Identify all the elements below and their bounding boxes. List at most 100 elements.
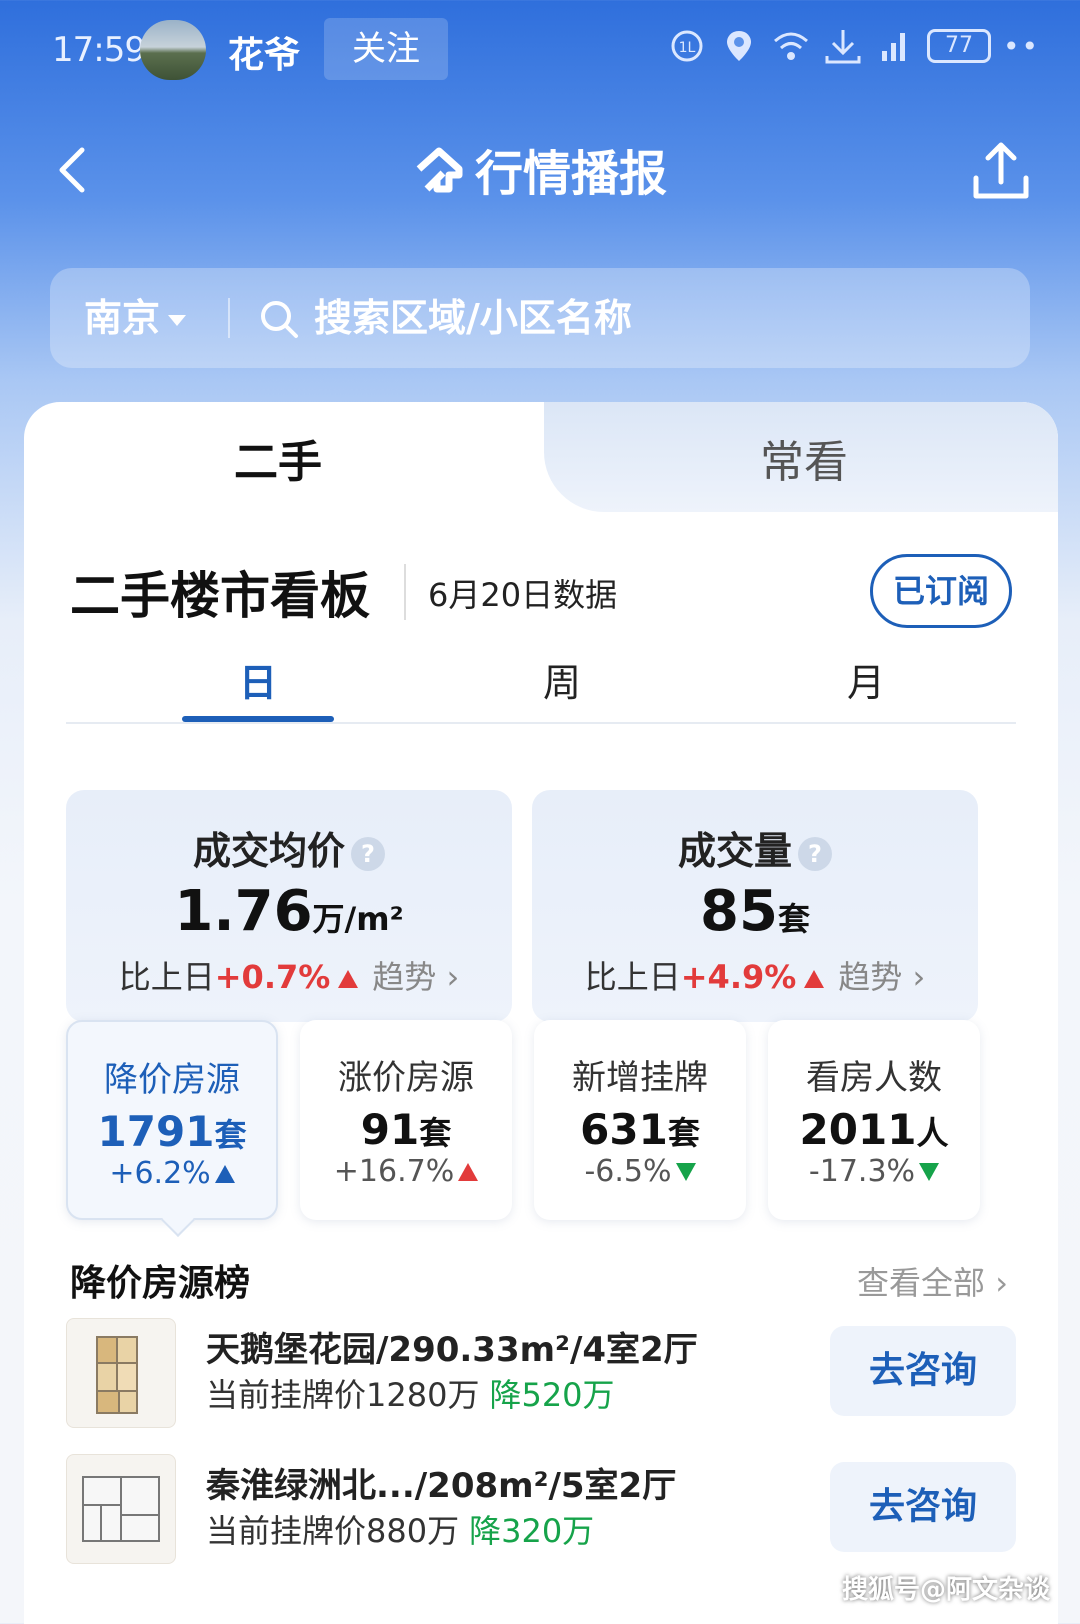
- mini-label: 新增挂牌: [572, 1058, 708, 1098]
- stat-unit: 套: [777, 900, 810, 938]
- trend-label: 趋势: [372, 958, 437, 996]
- tab-indicator: [182, 716, 334, 722]
- wifi-icon: [771, 26, 811, 66]
- mini-unit: 套: [214, 1116, 247, 1154]
- mini-unit: 套: [419, 1114, 452, 1152]
- stat-change: +4.9%: [680, 958, 797, 996]
- search-icon: [258, 298, 300, 340]
- help-icon[interactable]: ?: [798, 836, 832, 871]
- mini-value: 631套: [534, 1105, 746, 1154]
- mini-stat-viewers[interactable]: 看房人数 2011人 -17.3%: [768, 1020, 980, 1220]
- mini-change-text: -6.5%: [584, 1154, 672, 1189]
- arrow-up-icon: [458, 1163, 479, 1181]
- mini-stat-price-drop[interactable]: 降价房源 1791套 +6.2%: [66, 1020, 278, 1237]
- mini-change: +16.7%: [300, 1154, 512, 1189]
- listing-title: 秦淮绿洲北.../208m²/5室2厅: [206, 1466, 677, 1506]
- consult-button[interactable]: 去咨询: [830, 1326, 1016, 1416]
- page-title: 行情播报: [0, 134, 1080, 209]
- stat-compare: 比上日+4.9% 趋势 ›: [532, 952, 978, 998]
- download-icon: [823, 26, 863, 66]
- stat-value: 1.76万/m²: [66, 879, 512, 944]
- status-bar: 17:59 花爷 关注 1L 77 ••: [0, 18, 1080, 82]
- tab-ershou[interactable]: 二手: [234, 426, 322, 490]
- tab-changkan[interactable]: 常看: [760, 426, 848, 490]
- location-icon: [719, 26, 759, 66]
- mini-change: -6.5%: [534, 1154, 746, 1189]
- list-title: 降价房源榜: [70, 1263, 251, 1304]
- mini-change: -17.3%: [768, 1154, 980, 1189]
- stat-value-number: 1.76: [174, 879, 313, 944]
- avatar[interactable]: [140, 20, 206, 80]
- compare-prefix: 比上日: [118, 958, 215, 996]
- chevron-right-icon: ›: [912, 958, 926, 996]
- mini-label: 降价房源: [104, 1060, 240, 1100]
- arrow-up-icon: [804, 970, 825, 988]
- arrow-up-icon: [214, 1165, 235, 1183]
- tab-month[interactable]: 月: [786, 652, 946, 707]
- mini-label: 看房人数: [806, 1058, 942, 1098]
- username[interactable]: 花爷: [228, 26, 300, 78]
- tab-week[interactable]: 周: [482, 652, 642, 707]
- stat-volume[interactable]: 成交量? 85套 比上日+4.9% 趋势 ›: [532, 790, 978, 1022]
- stat-avg-price[interactable]: 成交均价? 1.76万/m² 比上日+0.7% 趋势 ›: [66, 790, 512, 1022]
- arrow-down-icon: [919, 1163, 940, 1181]
- header-title-text: 行情播报: [474, 146, 667, 202]
- floorplan-image: [66, 1454, 176, 1564]
- stat-value-number: 85: [700, 879, 778, 944]
- stat-value: 85套: [532, 879, 978, 944]
- arrow-up-icon: [338, 970, 359, 988]
- follow-button[interactable]: 关注: [324, 18, 448, 80]
- mini-unit: 人: [916, 1114, 949, 1152]
- consult-button[interactable]: 去咨询: [830, 1462, 1016, 1552]
- stat-label: 成交均价?: [66, 820, 512, 875]
- search-bar: 南京 搜索区域/小区名称: [50, 268, 1030, 368]
- listing-title: 天鹅堡花园/290.33m²/4室2厅: [206, 1330, 698, 1370]
- selection-pointer: [161, 1203, 195, 1237]
- mini-value: 1791套: [68, 1107, 276, 1156]
- board-date: 6月20日数据: [428, 576, 618, 614]
- more-icon[interactable]: ••: [1003, 30, 1040, 63]
- volte-icon: 1L: [667, 26, 707, 66]
- mini-stat-price-rise[interactable]: 涨价房源 91套 +16.7%: [300, 1020, 512, 1220]
- list-item[interactable]: 秦淮绿洲北.../208m²/5室2厅 当前挂牌价880万 降320万 去咨询: [66, 1454, 1016, 1574]
- listing-price-text: 当前挂牌价880万: [206, 1512, 460, 1550]
- mini-value-number: 1791: [97, 1107, 215, 1156]
- subscribe-button[interactable]: 已订阅: [870, 554, 1012, 628]
- mini-value-number: 91: [360, 1105, 420, 1154]
- trend-label: 趋势: [838, 958, 903, 996]
- mini-change: +6.2%: [68, 1156, 276, 1191]
- mini-change-text: +6.2%: [109, 1156, 211, 1191]
- listing-price: 当前挂牌价1280万 降520万: [206, 1370, 615, 1416]
- listing-drop: 降320万: [469, 1512, 595, 1550]
- share-upload-icon[interactable]: [966, 138, 1036, 208]
- trend-link[interactable]: 趋势 ›: [372, 958, 459, 996]
- compare-prefix: 比上日: [584, 958, 681, 996]
- view-all-link[interactable]: 查看全部 ›: [857, 1258, 1008, 1304]
- search-input[interactable]: 搜索区域/小区名称: [314, 268, 632, 368]
- stat-compare: 比上日+0.7% 趋势 ›: [66, 952, 512, 998]
- listing-price: 当前挂牌价880万 降320万: [206, 1506, 594, 1552]
- mini-value: 91套: [300, 1105, 512, 1154]
- list-item[interactable]: 天鹅堡花园/290.33m²/4室2厅 当前挂牌价1280万 降520万 去咨询: [66, 1318, 1016, 1438]
- mini-value-number: 631: [580, 1105, 668, 1154]
- tab-day[interactable]: 日: [178, 652, 338, 707]
- help-icon[interactable]: ?: [351, 836, 385, 871]
- stat-change: +0.7%: [214, 958, 331, 996]
- top-tabs: 二手 常看: [24, 402, 1058, 512]
- arrow-down-icon: [675, 1163, 696, 1181]
- svg-text:1L: 1L: [679, 40, 696, 56]
- chevron-right-icon: ›: [446, 958, 460, 996]
- header: 行情播报: [0, 120, 1080, 220]
- search-divider: [228, 298, 230, 338]
- view-all-label: 查看全部: [857, 1264, 986, 1302]
- city-select[interactable]: 南京: [84, 268, 187, 368]
- trend-link[interactable]: 趋势 ›: [838, 958, 925, 996]
- stat-unit: 万/m²: [312, 900, 404, 938]
- app-logo-icon: [413, 145, 465, 209]
- city-label: 南京: [84, 296, 161, 340]
- signal-icon: [875, 26, 915, 66]
- stat-label-text: 成交量: [677, 829, 792, 873]
- chevron-right-icon: ›: [995, 1264, 1008, 1302]
- mini-stat-new-listings[interactable]: 新增挂牌 631套 -6.5%: [534, 1020, 746, 1220]
- board-title: 二手楼市看板: [70, 567, 370, 625]
